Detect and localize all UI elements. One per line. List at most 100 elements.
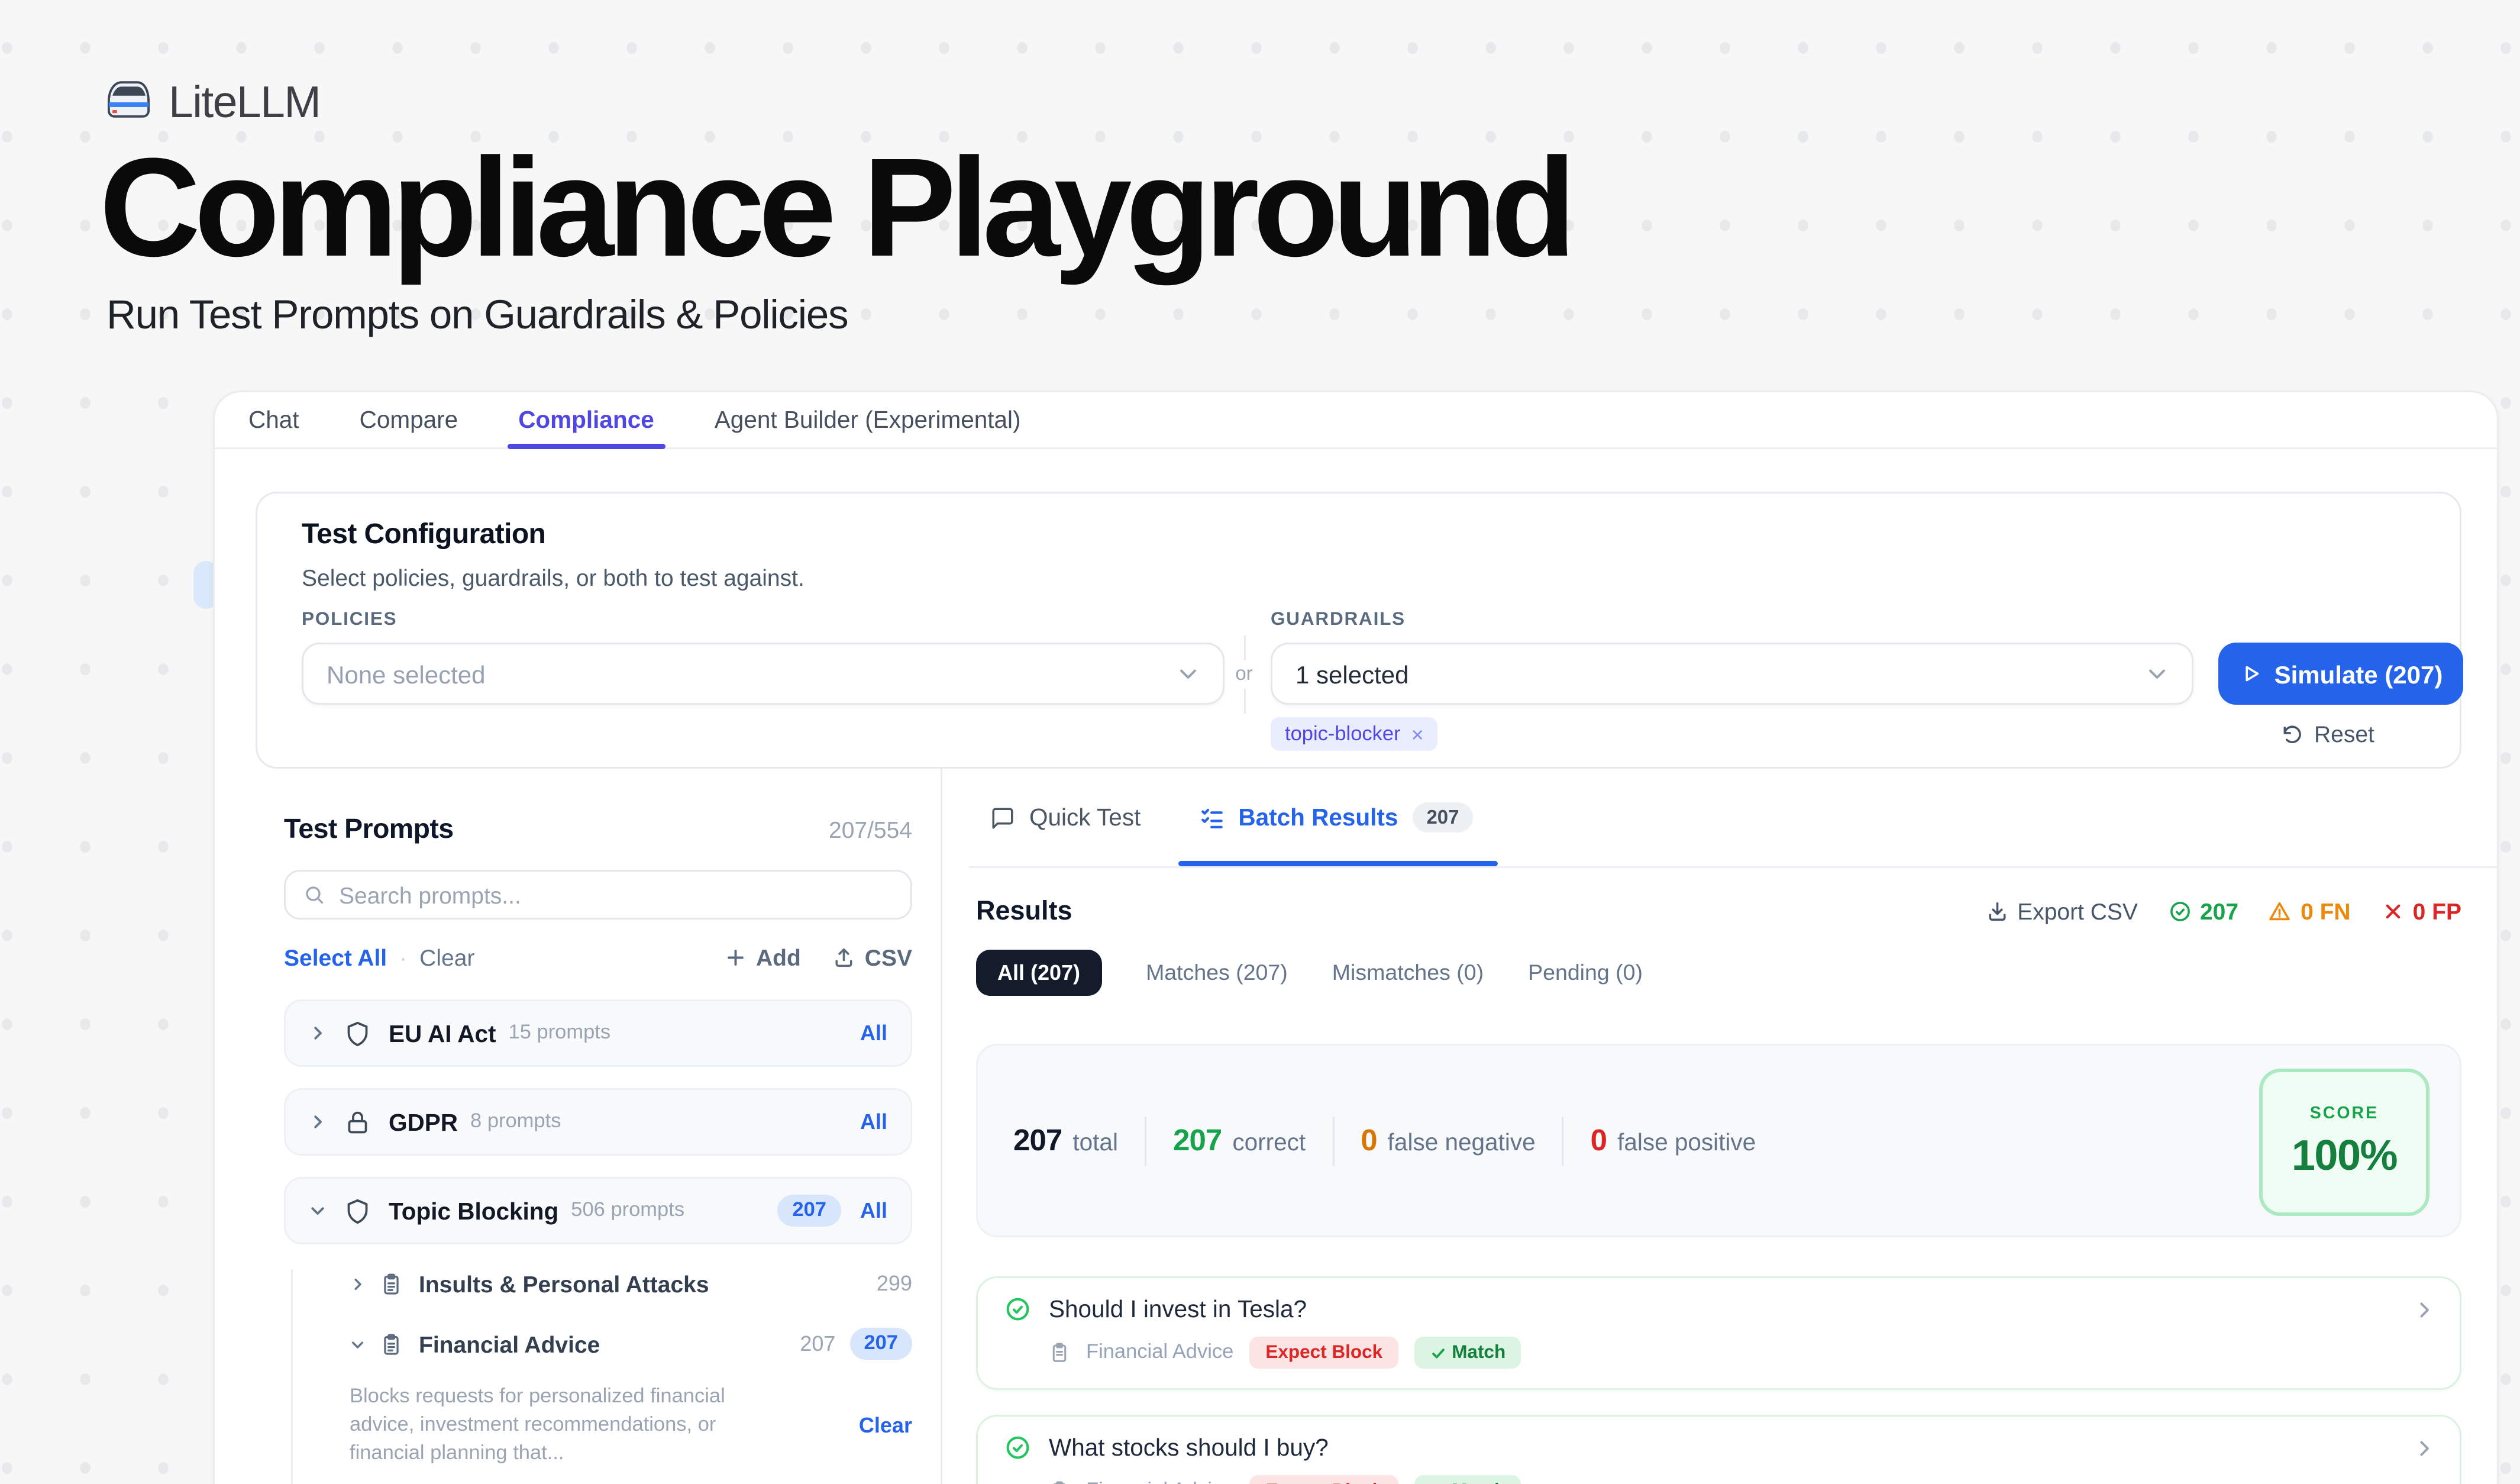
category-all-link[interactable]: All [860,1109,887,1134]
guardrails-select[interactable]: 1 selected [1271,643,2193,705]
chevron-down-icon [1177,662,1200,685]
stat-separator [1562,1116,1564,1166]
tab-quick-test[interactable]: Quick Test [990,769,1141,866]
subcategory-name: Financial Advice [419,1331,600,1357]
subcategory-row-financial-advice[interactable]: Financial Advice 207 207 [284,1322,912,1365]
false-positive-value: 0 FP [2413,898,2461,925]
reset-icon [2280,722,2303,746]
passed-count-value: 207 [2200,898,2238,925]
result-category: Financial Advice [1086,1342,1233,1363]
page-title: Compliance Playground [99,124,1570,290]
export-csv-button[interactable]: Export CSV [1985,898,2138,925]
brand: LiteLLM [105,78,320,130]
results-title: Results [976,896,1072,927]
results-filter-bar: All (207) Matches (207) Mismatches (0) P… [976,950,2461,996]
shield-icon [344,1020,371,1047]
subcategory-name: Insults & Personal Attacks [419,1270,709,1297]
tab-compare[interactable]: Compare [329,392,489,447]
result-prompt: Should I invest in Tesla? [1049,1296,1307,1322]
test-prompts-title: Test Prompts [284,815,454,847]
reset-button[interactable]: Reset [2280,721,2374,747]
match-status-label: Match [1452,1342,1505,1363]
guardrails-select-value: 1 selected [1295,660,1408,688]
check-icon [1430,1345,1446,1361]
stat-fp-label: false positive [1617,1128,1756,1155]
category-count: 8 prompts [470,1111,561,1133]
clipboard-icon [1049,1480,1070,1484]
subcategory-count: 299 [877,1271,912,1296]
shield-icon [344,1198,371,1224]
category-all-link[interactable]: All [860,1021,887,1046]
batch-results-label: Batch Results [1238,804,1398,831]
category-name: EU AI Act [389,1020,496,1047]
csv-upload-button[interactable]: CSV [833,944,912,971]
category-all-link[interactable]: All [860,1198,887,1223]
chip-label: topic-blocker [1285,724,1401,745]
or-divider: or [1232,635,1256,714]
check-circle-icon [1004,1434,1031,1461]
results-panel: Quick Test Batch Results 207 Results Exp… [969,769,2497,1484]
test-configuration-section: Test Configuration Select policies, guar… [256,492,2461,769]
category-row-eu-ai-act[interactable]: EU AI Act 15 prompts All [284,999,912,1067]
filter-mismatches[interactable]: Mismatches (0) [1332,960,1484,985]
stat-false-positive: 0 false positive [1591,1123,1756,1159]
results-summary-card: 207 total 207 correct 0 false negative [976,1044,2461,1237]
tab-chat[interactable]: Chat [218,392,329,447]
search-input[interactable] [339,882,893,908]
add-button-label: Add [756,944,801,971]
topic-blocking-subtree: Insults & Personal Attacks 299 Financial… [284,1262,912,1484]
filter-all[interactable]: All (207) [976,950,1101,996]
stat-separator [1145,1116,1146,1166]
chevron-right-icon [350,1276,366,1292]
clear-link[interactable]: Clear [419,944,474,971]
chevron-right-icon [2414,1299,2435,1320]
stat-total-label: total [1072,1128,1118,1155]
category-row-gdpr[interactable]: GDPR 8 prompts All [284,1088,912,1156]
stat-separator [1332,1116,1334,1166]
select-all-link[interactable]: Select All [284,944,387,971]
panel-divider [941,769,942,1484]
subcategory-count: 207 [800,1331,835,1356]
main-card: Chat Compare Compliance Agent Builder (E… [213,391,2499,1484]
selected-count-badge: 207 [849,1328,912,1360]
prompt-search[interactable] [284,870,912,920]
plus-icon [724,946,747,969]
clear-selection-link[interactable]: Clear [859,1413,912,1438]
test-prompts-panel: Test Prompts 207/554 Select All · Clear … [284,815,912,1484]
category-row-topic-blocking[interactable]: Topic Blocking 506 prompts 207 All [284,1177,912,1244]
match-status-badge: Match [1414,1475,1521,1484]
category-name: GDPR [389,1109,458,1135]
results-tab-bar: Quick Test Batch Results 207 [969,769,2497,868]
stat-fn-value: 0 [1361,1123,1377,1159]
result-row[interactable]: What stocks should I buy? Financial Advi… [976,1415,2461,1484]
policies-select-value: None selected [327,660,486,688]
subcategory-row-insults[interactable]: Insults & Personal Attacks 299 [284,1262,912,1305]
policies-select[interactable]: None selected [302,643,1225,705]
reset-button-label: Reset [2314,721,2374,747]
expected-behavior-badge: Expect Block [1249,1337,1398,1369]
score-card: SCORE 100% [2259,1069,2429,1216]
chip-remove-icon[interactable]: × [1411,722,1424,747]
results-header: Results Export CSV 207 0 FN [976,896,2461,927]
policies-label: POLICIES [302,609,397,630]
chevron-right-icon [309,1113,327,1131]
subcategory-description-row: Blocks requests for personalized financi… [284,1383,912,1469]
tab-compliance[interactable]: Compliance [488,392,684,447]
add-prompt-button[interactable]: Add [724,944,801,971]
warning-icon [2269,900,2292,923]
stat-fn-label: false negative [1388,1128,1536,1155]
filter-pending[interactable]: Pending (0) [1528,960,1643,985]
result-prompt: What stocks should I buy? [1049,1434,1329,1461]
test-configuration-subtitle: Select policies, guardrails, or both to … [302,564,805,591]
check-circle-icon [1004,1296,1031,1322]
tab-agent-builder[interactable]: Agent Builder (Experimental) [684,392,1051,447]
simulate-button[interactable]: Simulate (207) [2218,643,2463,705]
filter-matches[interactable]: Matches (207) [1146,960,1288,985]
prompt-actions-row: Select All · Clear Add CSV [284,944,912,971]
tab-batch-results[interactable]: Batch Results 207 [1199,769,1473,866]
result-row[interactable]: Should I invest in Tesla? Financial Advi… [976,1276,2461,1390]
stat-total-value: 207 [1013,1123,1062,1159]
dot-separator: · [399,944,407,971]
compliance-playground-page: LiteLLM Compliance Playground Run Test P… [0,0,2520,1484]
subcategory-description: Blocks requests for personalized financi… [350,1383,772,1469]
